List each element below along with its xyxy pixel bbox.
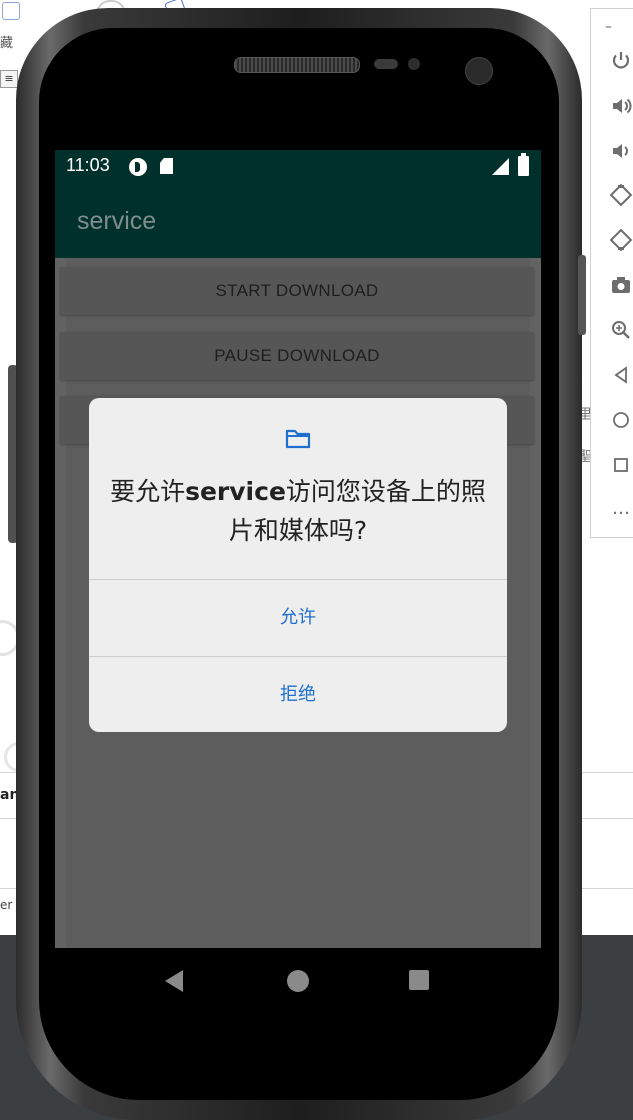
earpiece-speaker	[234, 57, 360, 73]
light-sensor	[408, 58, 420, 70]
minimize-button[interactable]: –	[605, 19, 615, 35]
emulator-toolbar: – …	[590, 8, 633, 538]
parking-icon	[129, 158, 147, 176]
pause-download-button[interactable]: PAUSE DOWNLOAD	[60, 332, 534, 380]
allow-button[interactable]: 允许	[89, 580, 507, 656]
status-time: 11:03	[66, 155, 110, 175]
back-icon[interactable]	[609, 363, 633, 387]
volume-up-icon[interactable]	[609, 94, 633, 118]
message-app-name: service	[185, 477, 286, 506]
zoom-icon[interactable]	[609, 318, 633, 342]
nav-recents-icon[interactable]	[409, 970, 429, 990]
nav-home-icon[interactable]	[287, 970, 309, 992]
folder-icon	[285, 428, 311, 450]
power-icon[interactable]	[609, 49, 633, 73]
deny-button[interactable]: 拒绝	[89, 657, 507, 732]
host-text-fragment: er	[0, 898, 13, 912]
phone-side-button	[578, 255, 586, 335]
front-camera	[465, 57, 493, 85]
host-app-icon[interactable]	[2, 2, 20, 20]
sd-card-icon	[160, 158, 173, 174]
permission-dialog: 要允许service访问您设备上的照片和媒体吗? 允许 拒绝	[89, 398, 507, 732]
dialog-message: 要允许service访问您设备上的照片和媒体吗?	[109, 472, 487, 550]
status-bar: 11:03	[55, 150, 541, 182]
more-icon[interactable]: …	[609, 497, 633, 521]
nav-back-icon[interactable]	[165, 970, 183, 992]
rotate-left-icon[interactable]	[609, 183, 633, 207]
camera-icon[interactable]	[609, 273, 633, 297]
signal-icon	[492, 158, 509, 175]
host-menu-icon[interactable]: ≡	[0, 70, 18, 88]
message-prefix: 要允许	[110, 477, 186, 506]
battery-icon	[518, 153, 529, 176]
rotate-right-icon[interactable]	[609, 228, 633, 252]
volume-down-icon[interactable]	[609, 139, 633, 163]
start-download-button[interactable]: START DOWNLOAD	[60, 267, 534, 315]
home-icon[interactable]	[609, 408, 633, 432]
app-bar: service	[55, 182, 541, 258]
navigation-bar	[55, 948, 541, 1014]
overview-icon[interactable]	[609, 453, 633, 477]
proximity-sensor	[374, 59, 398, 69]
host-favorites-label: 藏	[0, 36, 14, 51]
app-title: service	[77, 207, 157, 235]
